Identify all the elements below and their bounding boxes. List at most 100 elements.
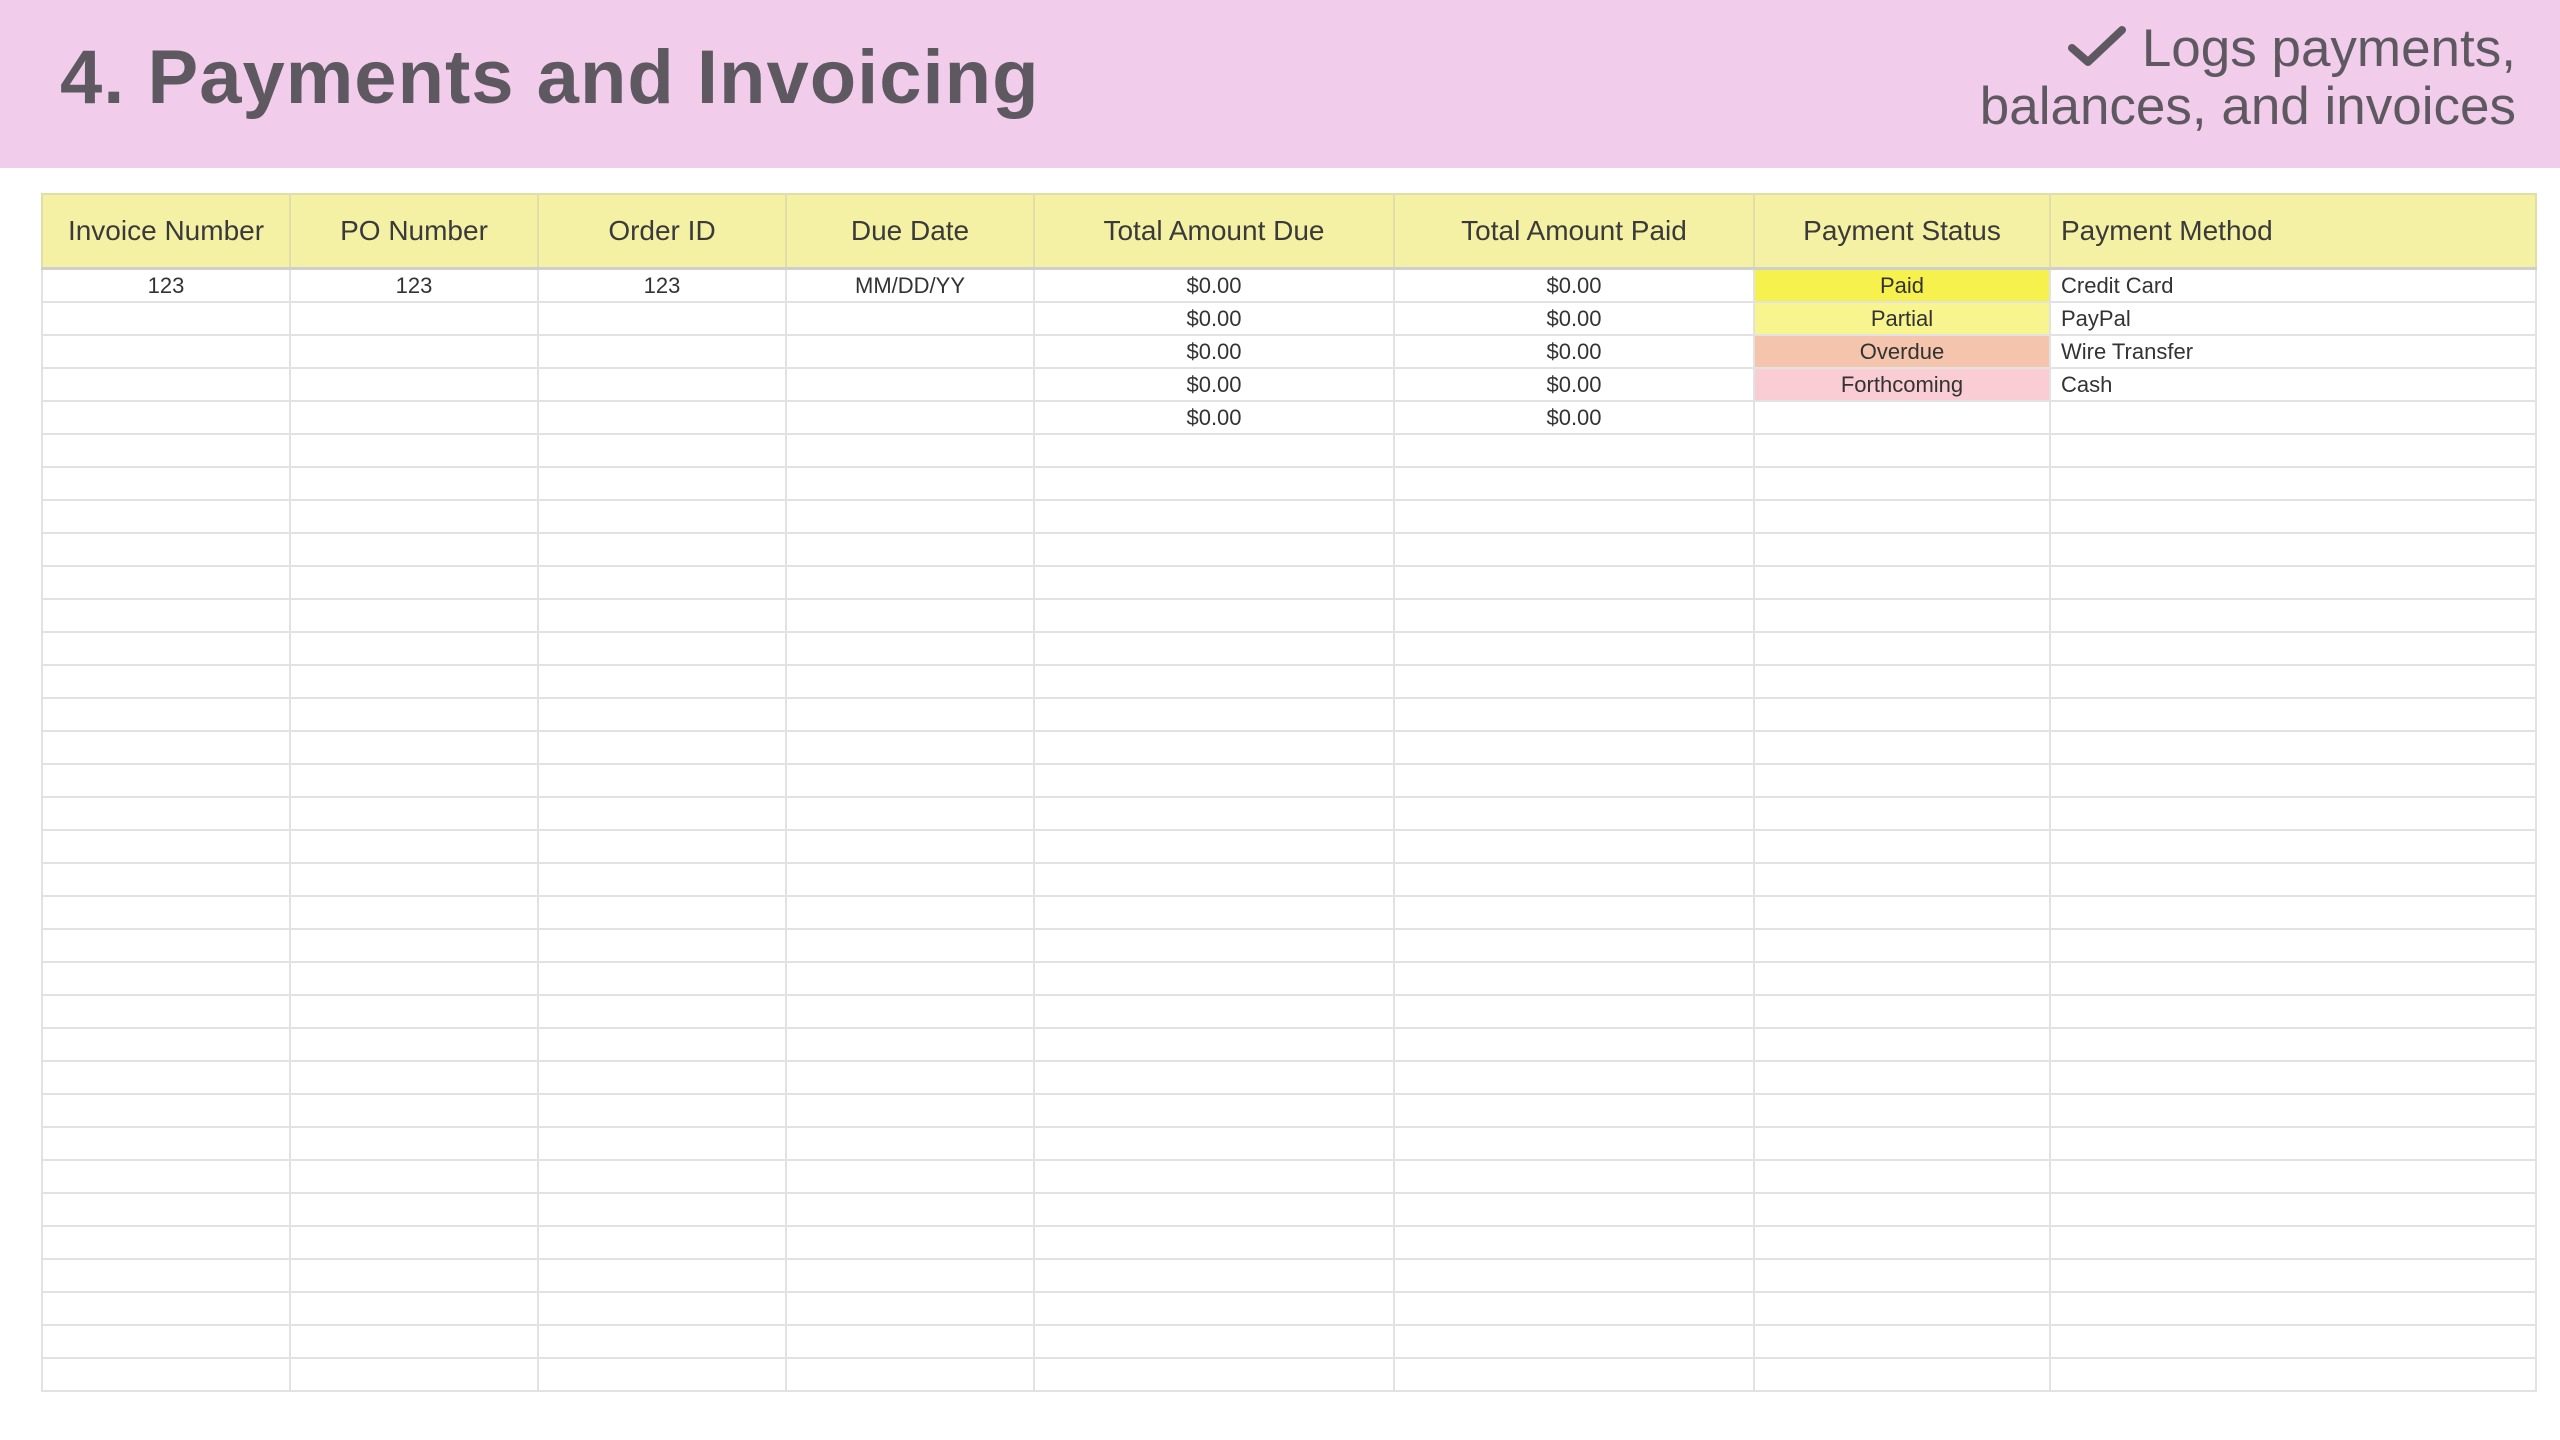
cell-due-date[interactable] [785, 697, 1035, 732]
column-header-total-amount-paid[interactable]: Total Amount Paid [1393, 193, 1755, 270]
cell-payment-method[interactable] [2049, 1159, 2537, 1194]
cell-order-id[interactable] [537, 1126, 787, 1161]
cell-order-id[interactable] [537, 796, 787, 831]
column-header-order-id[interactable]: Order ID [537, 193, 787, 270]
cell-due-date[interactable] [785, 598, 1035, 633]
cell-due-date[interactable] [785, 961, 1035, 996]
cell-payment-status[interactable] [1753, 1324, 2051, 1359]
cell-payment-method[interactable] [2049, 697, 2537, 732]
cell-invoice-number[interactable] [41, 499, 291, 534]
cell-amount-paid[interactable] [1393, 829, 1755, 864]
cell-order-id[interactable] [537, 334, 787, 369]
cell-amount-due[interactable] [1033, 631, 1395, 666]
cell-amount-paid[interactable] [1393, 1291, 1755, 1326]
cell-due-date[interactable] [785, 631, 1035, 666]
cell-invoice-number[interactable] [41, 1225, 291, 1260]
cell-due-date[interactable] [785, 895, 1035, 930]
cell-payment-status[interactable] [1753, 1093, 2051, 1128]
cell-payment-method[interactable] [2049, 400, 2537, 435]
cell-po-number[interactable] [289, 730, 539, 765]
cell-invoice-number[interactable] [41, 334, 291, 369]
cell-payment-status[interactable] [1753, 466, 2051, 501]
cell-payment-status[interactable] [1753, 862, 2051, 897]
cell-payment-status[interactable] [1753, 763, 2051, 798]
cell-amount-due[interactable] [1033, 565, 1395, 600]
cell-order-id[interactable] [537, 466, 787, 501]
cell-amount-due[interactable] [1033, 466, 1395, 501]
cell-due-date[interactable]: MM/DD/YY [785, 267, 1035, 303]
cell-amount-paid[interactable] [1393, 532, 1755, 567]
cell-order-id[interactable] [537, 829, 787, 864]
cell-amount-paid[interactable]: $0.00 [1393, 400, 1755, 435]
cell-due-date[interactable] [785, 1357, 1035, 1392]
cell-payment-method[interactable] [2049, 466, 2537, 501]
cell-amount-paid[interactable]: $0.00 [1393, 301, 1755, 336]
cell-invoice-number[interactable] [41, 1027, 291, 1062]
cell-payment-method[interactable] [2049, 565, 2537, 600]
cell-order-id[interactable] [537, 532, 787, 567]
cell-payment-status[interactable] [1753, 1192, 2051, 1227]
cell-amount-paid[interactable] [1393, 1225, 1755, 1260]
column-header-invoice-number[interactable]: Invoice Number [41, 193, 291, 270]
cell-amount-paid[interactable] [1393, 565, 1755, 600]
cell-amount-paid[interactable] [1393, 1192, 1755, 1227]
cell-payment-status[interactable] [1753, 796, 2051, 831]
cell-payment-status[interactable] [1753, 1291, 2051, 1326]
column-header-total-amount-due[interactable]: Total Amount Due [1033, 193, 1395, 270]
cell-amount-due[interactable] [1033, 532, 1395, 567]
cell-due-date[interactable] [785, 664, 1035, 699]
cell-invoice-number[interactable] [41, 895, 291, 930]
cell-invoice-number[interactable] [41, 796, 291, 831]
cell-due-date[interactable] [785, 829, 1035, 864]
cell-po-number[interactable] [289, 1126, 539, 1161]
cell-payment-status[interactable] [1753, 532, 2051, 567]
cell-invoice-number[interactable] [41, 400, 291, 435]
cell-po-number[interactable] [289, 697, 539, 732]
cell-amount-paid[interactable] [1393, 1060, 1755, 1095]
cell-payment-status[interactable] [1753, 1060, 2051, 1095]
cell-order-id[interactable] [537, 763, 787, 798]
cell-payment-method[interactable] [2049, 1324, 2537, 1359]
cell-order-id[interactable] [537, 928, 787, 963]
cell-order-id[interactable] [537, 697, 787, 732]
cell-due-date[interactable] [785, 400, 1035, 435]
cell-amount-paid[interactable] [1393, 961, 1755, 996]
cell-due-date[interactable] [785, 1225, 1035, 1260]
cell-amount-paid[interactable] [1393, 1126, 1755, 1161]
cell-po-number[interactable] [289, 1225, 539, 1260]
cell-amount-paid[interactable] [1393, 796, 1755, 831]
cell-payment-status[interactable] [1753, 994, 2051, 1029]
cell-payment-status[interactable] [1753, 829, 2051, 864]
cell-amount-paid[interactable] [1393, 697, 1755, 732]
cell-order-id[interactable] [537, 499, 787, 534]
cell-payment-status[interactable] [1753, 928, 2051, 963]
cell-po-number[interactable] [289, 1291, 539, 1326]
cell-invoice-number[interactable] [41, 994, 291, 1029]
cell-amount-due[interactable] [1033, 961, 1395, 996]
cell-amount-due[interactable] [1033, 763, 1395, 798]
cell-order-id[interactable] [537, 1291, 787, 1326]
cell-invoice-number[interactable] [41, 1291, 291, 1326]
cell-po-number[interactable] [289, 466, 539, 501]
column-header-payment-status[interactable]: Payment Status [1753, 193, 2051, 270]
cell-payment-method[interactable]: PayPal [2049, 301, 2537, 336]
cell-order-id[interactable] [537, 961, 787, 996]
cell-invoice-number[interactable] [41, 1126, 291, 1161]
cell-invoice-number[interactable] [41, 631, 291, 666]
cell-po-number[interactable] [289, 796, 539, 831]
cell-amount-paid[interactable] [1393, 862, 1755, 897]
cell-amount-due[interactable]: $0.00 [1033, 334, 1395, 369]
cell-amount-due[interactable] [1033, 829, 1395, 864]
cell-invoice-number[interactable]: 123 [41, 267, 291, 303]
cell-invoice-number[interactable] [41, 961, 291, 996]
cell-po-number[interactable] [289, 895, 539, 930]
cell-amount-paid[interactable] [1393, 1159, 1755, 1194]
cell-due-date[interactable] [785, 1291, 1035, 1326]
cell-po-number[interactable] [289, 1060, 539, 1095]
cell-order-id[interactable] [537, 1225, 787, 1260]
cell-amount-paid[interactable] [1393, 631, 1755, 666]
cell-due-date[interactable] [785, 796, 1035, 831]
cell-amount-due[interactable] [1033, 1126, 1395, 1161]
cell-payment-status[interactable] [1753, 631, 2051, 666]
cell-payment-status[interactable]: Overdue [1753, 334, 2051, 369]
